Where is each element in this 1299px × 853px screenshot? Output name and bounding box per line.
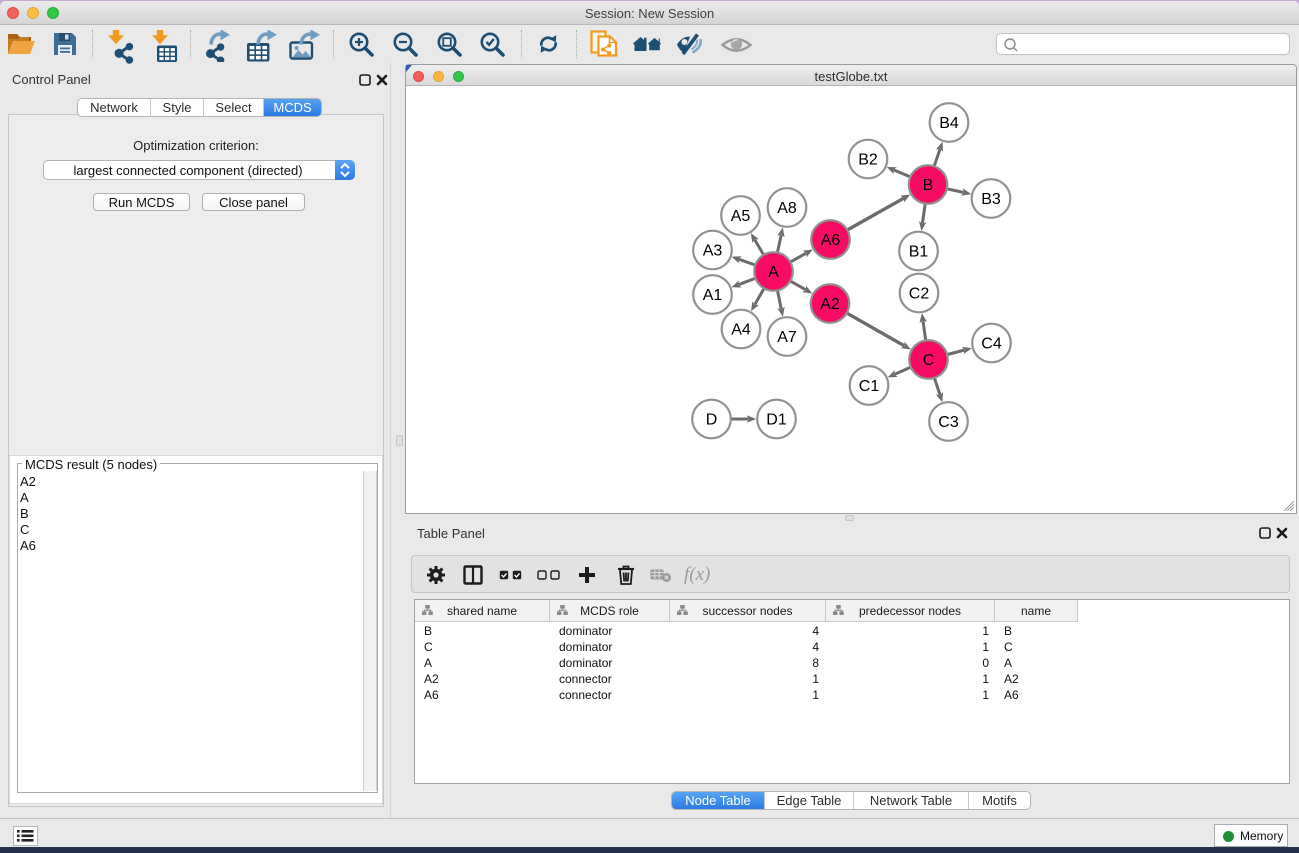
svg-text:B2: B2 (858, 152, 878, 169)
svg-text:B4: B4 (939, 115, 959, 132)
svg-text:A8: A8 (777, 200, 797, 217)
svg-text:A7: A7 (777, 329, 797, 346)
svg-text:B: B (923, 177, 934, 194)
svg-text:A6: A6 (821, 232, 841, 249)
svg-text:A2: A2 (820, 296, 840, 313)
svg-text:B3: B3 (981, 191, 1001, 208)
svg-text:C4: C4 (981, 336, 1002, 353)
svg-text:C: C (923, 352, 935, 369)
svg-text:C2: C2 (909, 286, 930, 303)
svg-text:A: A (768, 264, 779, 281)
svg-text:D1: D1 (766, 412, 787, 429)
svg-text:A4: A4 (731, 322, 751, 339)
svg-text:A1: A1 (703, 287, 723, 304)
svg-text:C3: C3 (938, 414, 959, 431)
svg-text:A3: A3 (703, 243, 723, 260)
svg-text:C1: C1 (859, 378, 880, 395)
svg-text:B1: B1 (909, 244, 929, 261)
svg-text:A5: A5 (731, 208, 751, 225)
svg-text:D: D (706, 412, 718, 429)
